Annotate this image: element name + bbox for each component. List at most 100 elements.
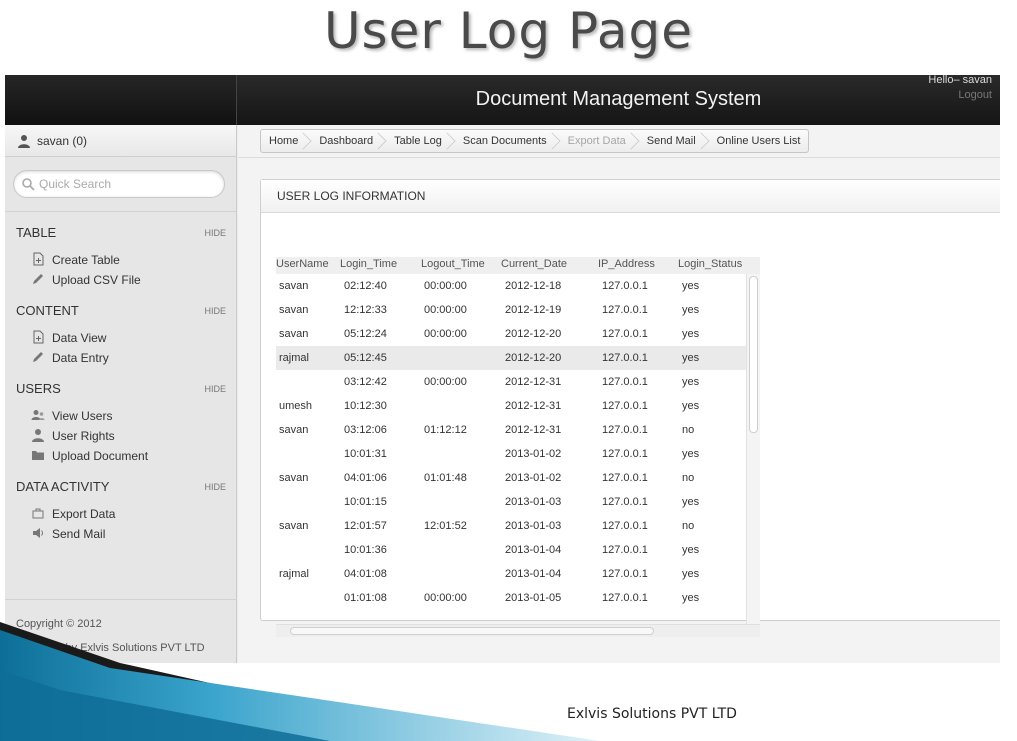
table-row[interactable]: savan 05:12:24 00:00:00 2012-12-20 127.0.0.1… bbox=[276, 322, 746, 346]
table-cell: 10:01:36 bbox=[344, 544, 387, 556]
sidebar-item-label: User Rights bbox=[52, 429, 115, 443]
table-cell: 127.0.0.1 bbox=[602, 280, 648, 292]
section-header: CONTENT HIDE bbox=[16, 298, 226, 323]
breadcrumb-dashboard[interactable]: Dashboard bbox=[306, 130, 381, 152]
table-cell: 2013-01-02 bbox=[505, 448, 562, 460]
table-cell: 2012-12-31 bbox=[505, 376, 562, 388]
nav-section-table: TABLE HIDE Create Table Upload CSV File bbox=[16, 212, 226, 290]
hide-toggle[interactable]: HIDE bbox=[204, 482, 226, 492]
table-cell: 05:12:45 bbox=[344, 352, 387, 364]
column-header[interactable]: Login_Status bbox=[678, 257, 742, 272]
hide-toggle[interactable]: HIDE bbox=[204, 306, 226, 316]
folder-icon bbox=[31, 448, 52, 465]
search-input[interactable] bbox=[39, 177, 209, 191]
table-cell: 127.0.0.1 bbox=[602, 448, 648, 460]
table-row[interactable]: 10:01:36 2013-01-04 127.0.0.1 yes bbox=[276, 538, 746, 562]
document-add-icon bbox=[31, 252, 52, 269]
table-cell: yes bbox=[682, 328, 700, 340]
table-cell: 127.0.0.1 bbox=[602, 400, 648, 412]
breadcrumb-online-users-list[interactable]: Online Users List bbox=[704, 130, 809, 152]
column-header[interactable]: UserName bbox=[276, 257, 329, 272]
users-icon bbox=[31, 408, 52, 425]
table-cell: no bbox=[682, 472, 695, 484]
table-cell: 10:12:30 bbox=[344, 400, 387, 412]
sidebar-item-label: Create Table bbox=[52, 253, 120, 267]
table-cell: 127.0.0.1 bbox=[602, 328, 648, 340]
breadcrumb: Home Dashboard Table Log Scan Documents Expo… bbox=[260, 129, 810, 153]
table-cell: 2012-12-19 bbox=[505, 304, 562, 316]
table-row[interactable]: rajmal 04:01:08 2013-01-04 127.0.0.1 yes bbox=[276, 562, 746, 586]
table-row[interactable]: savan 12:12:33 00:00:00 2012-12-19 127.0.0.1… bbox=[276, 298, 746, 322]
hide-toggle[interactable]: HIDE bbox=[204, 228, 226, 238]
table-cell: yes bbox=[682, 544, 700, 556]
sidebar-item-label: Upload CSV File bbox=[52, 273, 141, 287]
sidebar: savan (0) TABLE HIDE Create Table Upload CS… bbox=[5, 125, 237, 663]
table-cell: savan bbox=[279, 520, 309, 532]
table-row[interactable]: rajmal 05:12:45 2012-12-20 127.0.0.1 yes bbox=[276, 346, 746, 370]
sidebar-item-send-mail[interactable]: Send Mail bbox=[16, 524, 226, 544]
table-row[interactable]: 10:01:31 2013-01-02 127.0.0.1 yes bbox=[276, 442, 746, 466]
nav-section-content: CONTENT HIDE Data View Data Entry bbox=[16, 290, 226, 368]
sidebar-nav: TABLE HIDE Create Table Upload CSV File CONT… bbox=[5, 212, 236, 544]
column-header[interactable]: Login_Time bbox=[340, 257, 397, 272]
table-cell: yes bbox=[682, 448, 700, 460]
table-cell: 127.0.0.1 bbox=[602, 544, 648, 556]
breadcrumb-send-mail[interactable]: Send Mail bbox=[634, 130, 704, 152]
sidebar-item-upload-csv-file[interactable]: Upload CSV File bbox=[16, 270, 226, 290]
table-cell: savan bbox=[279, 304, 309, 316]
table-cell: no bbox=[682, 520, 695, 532]
section-title: DATA ACTIVITY bbox=[16, 479, 110, 494]
section-header: TABLE HIDE bbox=[16, 220, 226, 245]
table-row[interactable]: savan 03:12:06 01:12:12 2012-12-31 127.0.0.1… bbox=[276, 418, 746, 442]
table-cell: 127.0.0.1 bbox=[602, 304, 648, 316]
table-row[interactable]: savan 02:12:40 00:00:00 2012-12-18 127.0.0.1… bbox=[276, 274, 746, 298]
table-cell: 2012-12-31 bbox=[505, 424, 562, 436]
table-row[interactable]: 03:12:42 00:00:00 2012-12-31 127.0.0.1 yes bbox=[276, 370, 746, 394]
table-row[interactable]: savan 04:01:06 01:01:48 2013-01-02 127.0.0.1… bbox=[276, 466, 746, 490]
speaker-icon bbox=[31, 526, 52, 543]
sidebar-item-data-view[interactable]: Data View bbox=[16, 328, 226, 348]
footer-decoration bbox=[0, 622, 600, 741]
column-header[interactable]: Current_Date bbox=[501, 257, 567, 272]
table-cell: yes bbox=[682, 496, 700, 508]
table-cell: savan bbox=[279, 472, 309, 484]
sidebar-item-label: Export Data bbox=[52, 507, 116, 521]
sidebar-item-data-entry[interactable]: Data Entry bbox=[16, 348, 226, 368]
breadcrumb-home[interactable]: Home bbox=[261, 130, 306, 152]
breadcrumb-scan-documents[interactable]: Scan Documents bbox=[450, 130, 555, 152]
app-window: Document Management System Hello– savan … bbox=[5, 75, 1000, 663]
table-cell: 04:01:08 bbox=[344, 568, 387, 580]
section-title: CONTENT bbox=[16, 303, 79, 318]
table-cell: 127.0.0.1 bbox=[602, 376, 648, 388]
main-content: Home Dashboard Table Log Scan Documents Expo… bbox=[238, 125, 1000, 663]
table-cell: 05:12:24 bbox=[344, 328, 387, 340]
table-cell: 00:00:00 bbox=[424, 328, 467, 340]
logout-link[interactable]: Logout bbox=[928, 88, 992, 103]
user-label: savan (0) bbox=[37, 133, 88, 148]
user-icon bbox=[18, 134, 30, 148]
sidebar-item-user-rights[interactable]: User Rights bbox=[16, 426, 226, 446]
breadcrumb-table-log[interactable]: Table Log bbox=[381, 130, 450, 152]
top-header: Document Management System Hello– savan … bbox=[5, 75, 1000, 125]
sidebar-item-export-data[interactable]: Export Data bbox=[16, 504, 226, 524]
section-header: USERS HIDE bbox=[16, 376, 226, 401]
sidebar-item-view-users[interactable]: View Users bbox=[16, 406, 226, 426]
table-row[interactable]: umesh 10:12:30 2012-12-31 127.0.0.1 yes bbox=[276, 394, 746, 418]
column-header[interactable]: Logout_Time bbox=[421, 257, 485, 272]
section-title: TABLE bbox=[16, 225, 57, 240]
vertical-scrollbar[interactable] bbox=[746, 274, 760, 624]
column-header[interactable]: IP_Address bbox=[598, 257, 655, 272]
user-bar[interactable]: savan (0) bbox=[5, 125, 236, 157]
table-row[interactable]: savan 12:01:57 12:01:52 2013-01-03 127.0.0.1… bbox=[276, 514, 746, 538]
sidebar-item-upload-document[interactable]: Upload Document bbox=[16, 446, 226, 466]
table-cell: 127.0.0.1 bbox=[602, 352, 648, 364]
search-area bbox=[5, 157, 236, 212]
table-cell: 127.0.0.1 bbox=[602, 424, 648, 436]
table-cell: 00:00:00 bbox=[424, 376, 467, 388]
table-cell: savan bbox=[279, 424, 309, 436]
sidebar-item-create-table[interactable]: Create Table bbox=[16, 250, 226, 270]
table-cell: 10:01:15 bbox=[344, 496, 387, 508]
vertical-scroll-thumb[interactable] bbox=[749, 276, 758, 433]
hide-toggle[interactable]: HIDE bbox=[204, 384, 226, 394]
table-row[interactable]: 10:01:15 2013-01-03 127.0.0.1 yes bbox=[276, 490, 746, 514]
